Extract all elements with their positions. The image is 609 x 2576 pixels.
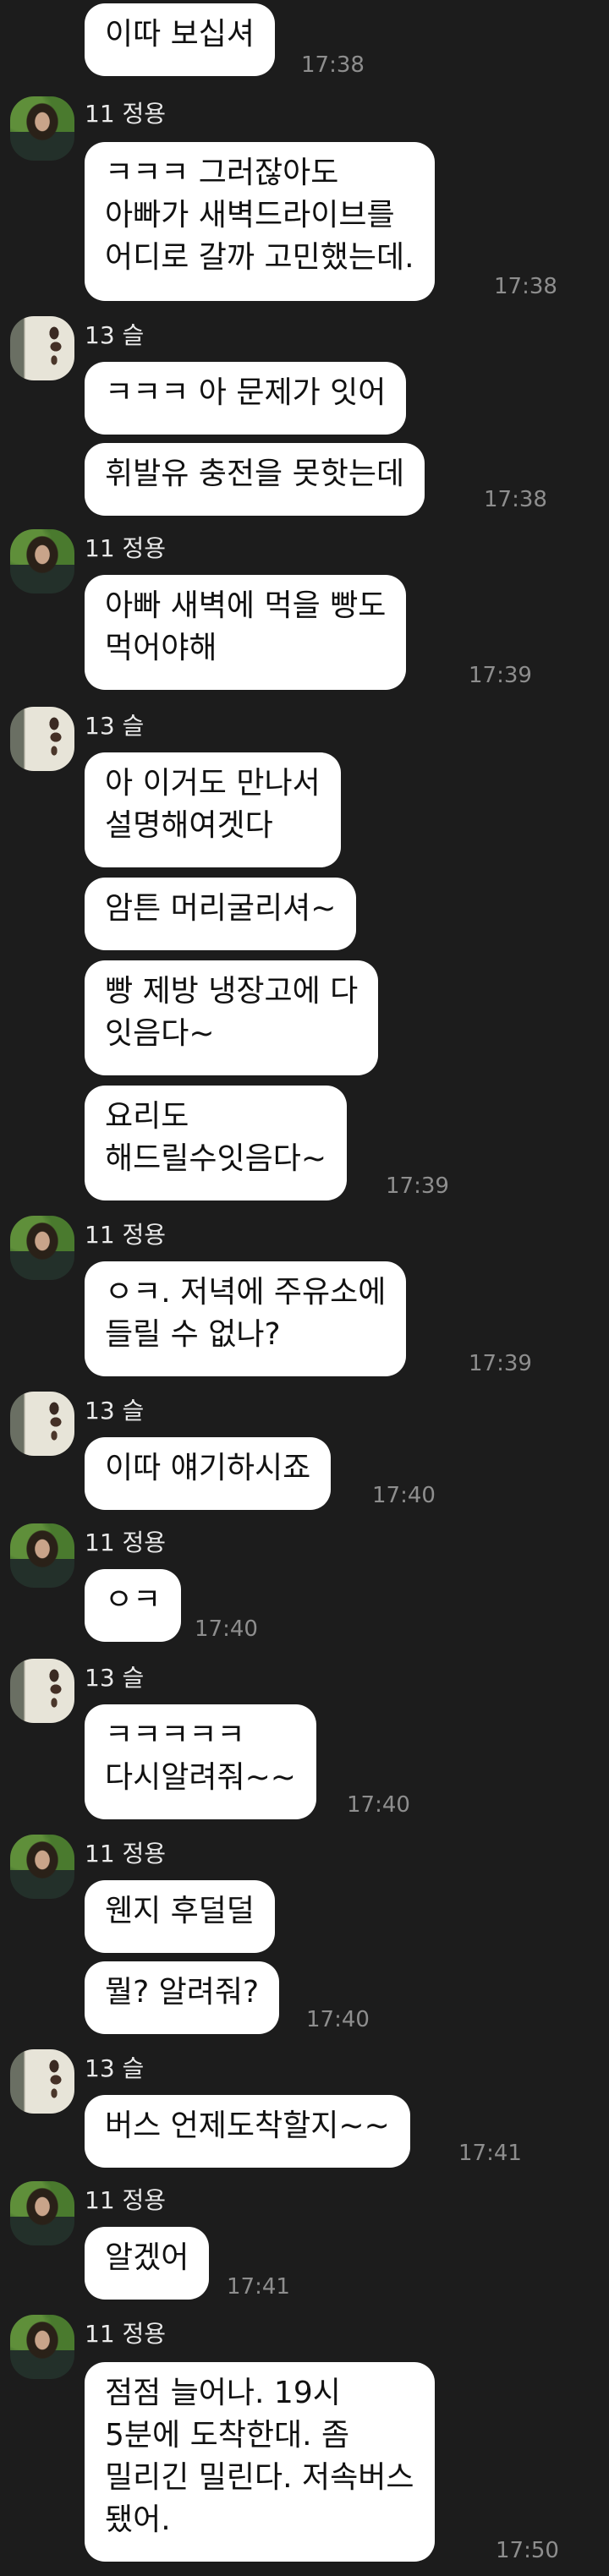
- message-time: 17:38: [494, 274, 557, 299]
- message-bubble[interactable]: 빵 제방 냉장고에 다 잇음다~: [85, 960, 379, 1075]
- profile-avatar[interactable]: [10, 1835, 74, 1899]
- profile-avatar[interactable]: [10, 2181, 74, 2245]
- message-time: 17:39: [469, 663, 532, 688]
- sender-name: 13 슬: [85, 1664, 145, 1692]
- sender-name: 13 슬: [85, 712, 145, 740]
- profile-avatar[interactable]: [10, 2315, 74, 2379]
- message-time: 17:39: [469, 1351, 532, 1376]
- message-time: 17:40: [372, 1483, 436, 1508]
- message-bubble[interactable]: 요리도 해드릴수잇음다~: [85, 1086, 348, 1200]
- message-bubble[interactable]: 휘발유 충전을 못핫는데: [85, 443, 425, 516]
- sender-name: 11 정용: [85, 1840, 167, 1868]
- message-bubble[interactable]: 알겠어: [85, 2227, 210, 2300]
- profile-avatar[interactable]: [10, 1523, 74, 1588]
- profile-avatar[interactable]: [10, 2049, 74, 2114]
- message-time: 17:50: [496, 2538, 559, 2563]
- message-bubble[interactable]: 아 이거도 만나서 설명해여겟다: [85, 752, 341, 867]
- message-time: 17:38: [484, 487, 547, 512]
- sender-name: 11 정용: [85, 1221, 167, 1249]
- message-bubble[interactable]: ㅋㅋㅋ 아 문제가 잇어: [85, 362, 407, 435]
- message-time: 17:40: [306, 2007, 370, 2032]
- message-bubble[interactable]: 뭘? 알려줘?: [85, 1961, 280, 2034]
- sender-name: 11 정용: [85, 1529, 167, 1556]
- profile-avatar[interactable]: [10, 96, 74, 161]
- message-bubble[interactable]: ㅇㅋ. 저녁에 주유소에 들릴 수 없나?: [85, 1261, 407, 1376]
- chat-thread: 이따 보십셔 17:38 11 정용 ㅋㅋㅋ 그러잖아도 아빠가 새벽드라이브를…: [0, 0, 609, 2576]
- message-time: 17:39: [386, 1173, 449, 1199]
- message-bubble[interactable]: 암튼 머리굴리셔~: [85, 878, 357, 950]
- profile-avatar[interactable]: [10, 1392, 74, 1456]
- message-bubble[interactable]: 웬지 후덜덜: [85, 1880, 276, 1953]
- sender-name: 13 슬: [85, 2054, 145, 2082]
- message-time: 17:38: [301, 52, 365, 78]
- sender-name: 11 정용: [85, 2186, 167, 2214]
- sender-name: 11 정용: [85, 100, 167, 128]
- message-bubble[interactable]: 이따 얘기하시죠: [85, 1437, 332, 1510]
- message-time: 17:41: [458, 2141, 522, 2166]
- profile-avatar[interactable]: [10, 316, 74, 380]
- message-time: 17:41: [227, 2274, 290, 2300]
- sender-name: 11 정용: [85, 534, 167, 562]
- profile-avatar[interactable]: [10, 1659, 74, 1723]
- profile-avatar[interactable]: [10, 707, 74, 771]
- message-bubble[interactable]: ㅇㅋ: [85, 1569, 182, 1642]
- profile-avatar[interactable]: [10, 529, 74, 593]
- profile-avatar[interactable]: [10, 1216, 74, 1280]
- message-bubble[interactable]: ㅋㅋㅋ 그러잖아도 아빠가 새벽드라이브를 어디로 갈까 고민했는데.: [85, 142, 435, 301]
- message-time: 17:40: [347, 1792, 410, 1818]
- sender-name: 13 슬: [85, 321, 145, 349]
- message-bubble[interactable]: 점점 늘어나. 19시 5분에 도착한대. 좀 밀리긴 밀린다. 저속버스 됐어…: [85, 2362, 435, 2562]
- sender-name: 11 정용: [85, 2320, 167, 2348]
- message-bubble[interactable]: 버스 언제도착할지~~: [85, 2095, 410, 2168]
- message-time: 17:40: [195, 1616, 258, 1642]
- sender-name: 13 슬: [85, 1397, 145, 1425]
- message-bubble[interactable]: 이따 보십셔: [85, 3, 276, 76]
- message-bubble[interactable]: ㅋㅋㅋㅋㅋ 다시알려줘~~: [85, 1704, 316, 1819]
- message-bubble[interactable]: 아빠 새벽에 먹을 빵도 먹어야해: [85, 575, 407, 690]
